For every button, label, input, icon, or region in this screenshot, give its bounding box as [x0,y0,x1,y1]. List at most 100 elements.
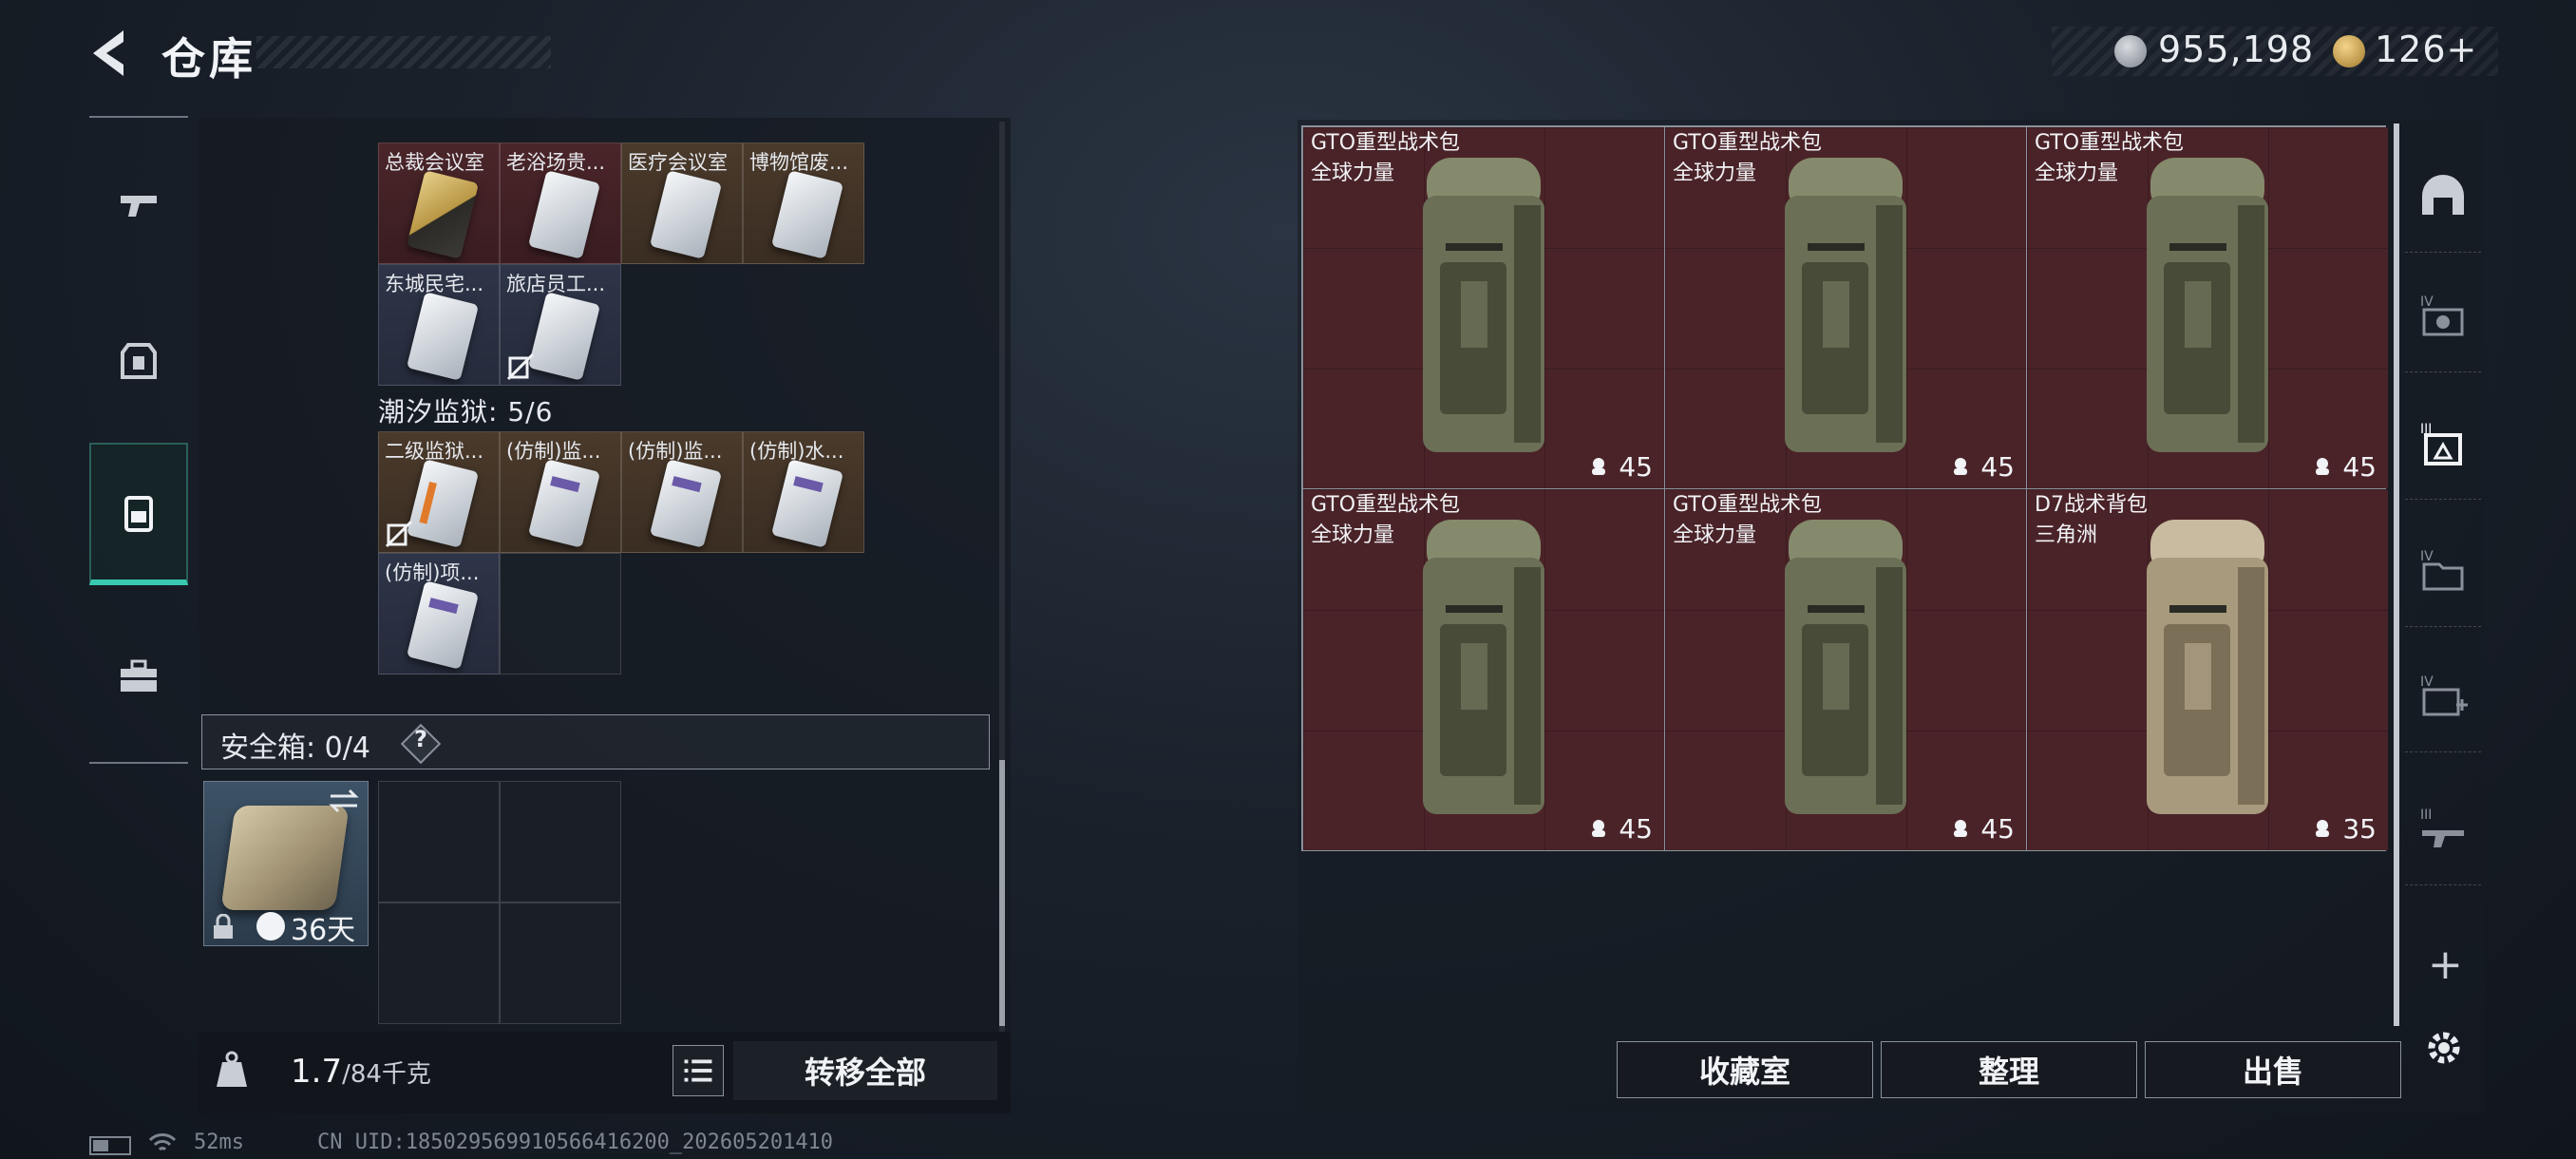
empty-slot[interactable] [500,781,621,902]
backpack-image [1785,158,1906,452]
backpack-image [1785,520,1906,814]
add-filter-icon[interactable]: + [2428,940,2463,989]
filter-tier4-a[interactable]: IV [2405,258,2481,372]
keycard-slot[interactable]: 东城民宅... [378,264,500,386]
weight-value: 1.7 [291,1053,343,1091]
category-weapons[interactable] [89,133,188,276]
stash-item[interactable]: D7战术背包 三角洲 35 [2027,489,2388,850]
item-capacity: 45 [1619,813,1653,845]
category-toolbox[interactable] [89,604,188,747]
rifle-icon: III [2420,808,2464,847]
keycard-slot[interactable]: 二级监狱... [378,431,500,553]
keycard-name: 东城民宅... [385,273,484,295]
stash-item[interactable]: GTO重型战术包 全球力量 45 [1303,127,1664,488]
toolbox-icon [121,659,157,692]
inventory-scrollbar[interactable] [999,760,1005,1026]
item-source: 全球力量 [2035,162,2119,185]
item-name: GTO重型战术包 [1673,493,1823,517]
filter-tier4-c[interactable]: IV [2405,638,2481,752]
gold-currency-amount[interactable]: 126+ [2375,28,2477,70]
clock-icon [256,912,285,940]
backpack-image [1423,520,1544,814]
capacity-icon [1954,458,1967,475]
uid-text: CN UID:185029569910566416200_20260520141… [317,1130,834,1154]
item-capacity: 45 [1980,813,2015,845]
backpack-image [2147,158,2268,452]
keycard-grid-1: 总裁会议室 老浴场贵... 医疗会议室 博物馆废... 东城民宅... 旅店员工… [378,142,864,386]
keycard-slot[interactable]: 总裁会议室 [378,142,500,264]
backpack-image [1423,158,1544,452]
empty-slot[interactable] [500,902,621,1024]
item-source: 全球力量 [1311,523,1395,547]
capacity-icon [1954,820,1967,837]
item-name: GTO重型战术包 [1311,131,1461,155]
keycard-image [527,170,601,259]
keycard-grid-2: 二级监狱... (仿制)监... (仿制)监... (仿制)水... (仿制)项… [378,431,864,674]
stash-item[interactable]: GTO重型战术包 全球力量 45 [2027,127,2388,488]
organize-button[interactable]: 整理 [1881,1041,2137,1098]
no-key-icon [385,520,413,548]
list-icon [684,1059,712,1082]
back-arrow-icon[interactable] [85,27,133,80]
keycard-image [527,292,601,381]
keycard-image [406,170,480,259]
filter-tier3[interactable]: III [2405,771,2481,885]
empty-slot[interactable] [378,781,500,902]
keycard-slot[interactable]: 旅店员工... [500,264,621,386]
stash-item[interactable]: GTO重型战术包 全球力量 45 [1303,489,1664,850]
safe-box-label: 安全箱: 0/4 [220,732,370,765]
medkit-icon: IV [2420,674,2468,715]
keycard-slot[interactable]: 博物馆废... [743,142,864,264]
no-key-icon [506,352,535,381]
keycard-image [406,459,480,548]
backpack-icon [124,496,153,532]
keycard-image [406,292,480,381]
item-source: 全球力量 [1311,162,1395,185]
gear-icon[interactable] [2420,1024,2468,1072]
transfer-all-button[interactable]: 转移全部 [733,1041,997,1100]
empty-slot[interactable] [378,902,500,1024]
keycard-image [770,459,844,548]
stash-scrollbar[interactable] [2394,124,2399,1026]
keycard-slot[interactable]: (仿制)项... [378,553,500,674]
stash-item[interactable]: GTO重型战术包 全球力量 45 [1665,489,2026,850]
backpack-image [2147,520,2268,814]
list-view-button[interactable] [672,1045,724,1096]
keycard-image [649,170,723,259]
wifi-icon [148,1133,177,1151]
capacity-icon [2316,820,2329,837]
dome-icon [2422,174,2464,215]
swap-icon[interactable] [327,787,361,815]
keycard-slot[interactable]: (仿制)水... [743,431,864,553]
stash-item[interactable]: GTO重型战术包 全球力量 45 [1665,127,2026,488]
keycard-slot[interactable]: (仿制)监... [621,431,743,553]
section-title: 潮汐监狱: 5/6 [378,396,554,428]
keycard-image [649,459,723,548]
help-mark: ? [414,726,427,752]
keycard-image [527,459,601,548]
weight-indicator: 1.7/84千克 [291,1053,431,1091]
filter-all[interactable] [2405,139,2481,253]
empty-slot[interactable] [500,553,621,674]
gold-coin-icon [2333,35,2365,67]
category-backpacks[interactable] [89,443,188,585]
sell-button[interactable]: 出售 [2145,1041,2401,1098]
keycard-slot[interactable]: 老浴场贵... [500,142,621,264]
keycard-image [406,580,480,670]
item-capacity: 45 [1619,451,1653,483]
collection-button[interactable]: 收藏室 [1617,1041,1873,1098]
category-armor[interactable] [89,290,188,432]
keycard-slot[interactable]: (仿制)监... [500,431,621,553]
capacity-icon [2316,458,2329,475]
item-source: 三角洲 [2035,523,2098,547]
safe-box-empty-grid [378,781,621,1024]
backpack-filter-icon: III [2420,422,2462,466]
filter-tier4-b[interactable]: IV [2405,513,2481,627]
keycard-name: 总裁会议室 [385,151,484,174]
capacity-icon [1592,820,1605,837]
item-capacity: 45 [2342,451,2377,483]
weight-icon [217,1051,247,1087]
keycard-name: 医疗会议室 [628,151,728,174]
keycard-slot[interactable]: 医疗会议室 [621,142,743,264]
filter-tier3-active[interactable]: III [2405,386,2481,500]
